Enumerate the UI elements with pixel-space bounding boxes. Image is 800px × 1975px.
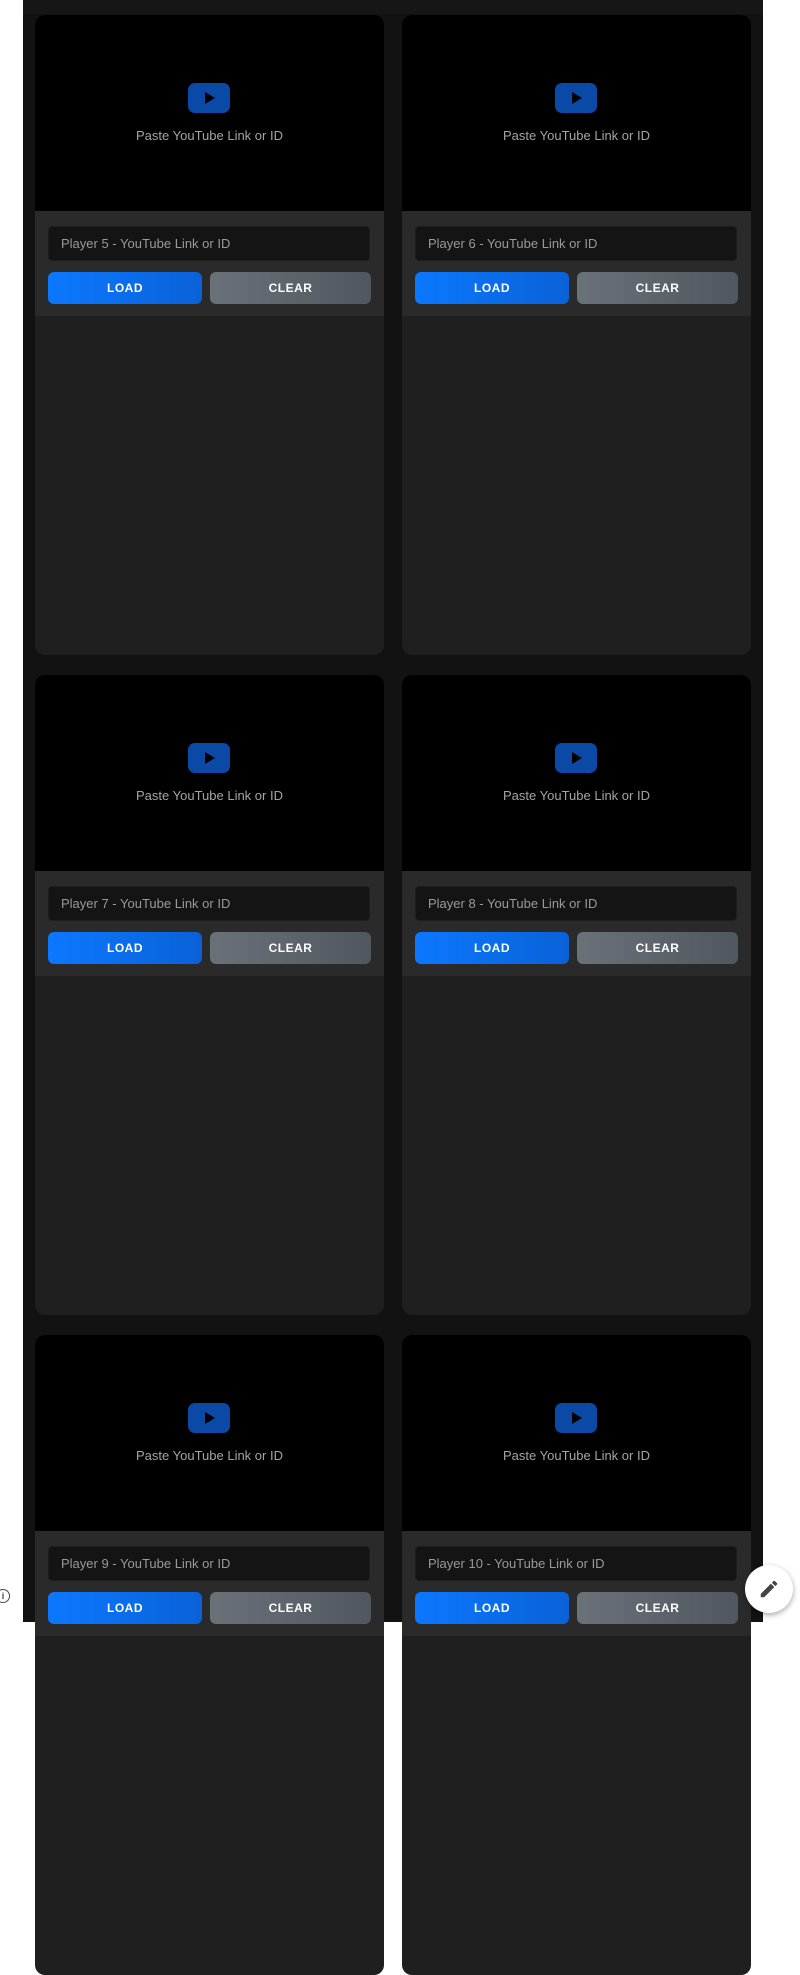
- player-card-6: Paste YouTube Link or ID LOAD CLEAR: [402, 15, 751, 655]
- player-controls: LOAD CLEAR: [35, 211, 384, 316]
- video-area[interactable]: Paste YouTube Link or ID: [402, 15, 751, 211]
- video-area[interactable]: Paste YouTube Link or ID: [35, 15, 384, 211]
- pencil-icon: [760, 1580, 778, 1598]
- clear-button[interactable]: CLEAR: [210, 1592, 371, 1624]
- player-card-9: Paste YouTube Link or ID LOAD CLEAR: [35, 1335, 384, 1975]
- video-hint: Paste YouTube Link or ID: [503, 128, 650, 143]
- video-hint: Paste YouTube Link or ID: [503, 788, 650, 803]
- clear-button[interactable]: CLEAR: [577, 272, 738, 304]
- video-hint: Paste YouTube Link or ID: [136, 1448, 283, 1463]
- youtube-link-input[interactable]: [415, 886, 737, 921]
- clear-button[interactable]: CLEAR: [210, 272, 371, 304]
- clear-button[interactable]: CLEAR: [210, 932, 371, 964]
- youtube-link-input[interactable]: [415, 226, 737, 261]
- youtube-link-input[interactable]: [48, 886, 370, 921]
- player-controls: LOAD CLEAR: [35, 1531, 384, 1636]
- video-area[interactable]: Paste YouTube Link or ID: [402, 1335, 751, 1531]
- load-button[interactable]: LOAD: [415, 932, 569, 964]
- clear-button[interactable]: CLEAR: [577, 1592, 738, 1624]
- youtube-link-input[interactable]: [48, 226, 370, 261]
- load-button[interactable]: LOAD: [48, 932, 202, 964]
- clear-button[interactable]: CLEAR: [577, 932, 738, 964]
- youtube-play-icon: [188, 83, 230, 113]
- video-hint: Paste YouTube Link or ID: [136, 788, 283, 803]
- player-card-5: Paste YouTube Link or ID LOAD CLEAR: [35, 15, 384, 655]
- video-area[interactable]: Paste YouTube Link or ID: [35, 675, 384, 871]
- player-controls: LOAD CLEAR: [402, 1531, 751, 1636]
- edit-fab-button[interactable]: [745, 1565, 793, 1613]
- top-strip: [23, 0, 763, 14]
- video-hint: Paste YouTube Link or ID: [503, 1448, 650, 1463]
- player-controls: LOAD CLEAR: [35, 871, 384, 976]
- load-button[interactable]: LOAD: [415, 1592, 569, 1624]
- player-card-10: Paste YouTube Link or ID LOAD CLEAR: [402, 1335, 751, 1975]
- video-hint: Paste YouTube Link or ID: [136, 128, 283, 143]
- player-card-8: Paste YouTube Link or ID LOAD CLEAR: [402, 675, 751, 1315]
- info-icon[interactable]: i: [0, 1589, 10, 1603]
- youtube-play-icon: [188, 743, 230, 773]
- load-button[interactable]: LOAD: [48, 272, 202, 304]
- youtube-play-icon: [555, 83, 597, 113]
- video-area[interactable]: Paste YouTube Link or ID: [35, 1335, 384, 1531]
- youtube-link-input[interactable]: [415, 1546, 737, 1581]
- player-controls: LOAD CLEAR: [402, 211, 751, 316]
- video-area[interactable]: Paste YouTube Link or ID: [402, 675, 751, 871]
- youtube-play-icon: [188, 1403, 230, 1433]
- player-card-7: Paste YouTube Link or ID LOAD CLEAR: [35, 675, 384, 1315]
- youtube-play-icon: [555, 743, 597, 773]
- youtube-play-icon: [555, 1403, 597, 1433]
- load-button[interactable]: LOAD: [415, 272, 569, 304]
- player-controls: LOAD CLEAR: [402, 871, 751, 976]
- player-grid: Paste YouTube Link or ID LOAD CLEAR Past…: [23, 0, 763, 1975]
- load-button[interactable]: LOAD: [48, 1592, 202, 1624]
- youtube-link-input[interactable]: [48, 1546, 370, 1581]
